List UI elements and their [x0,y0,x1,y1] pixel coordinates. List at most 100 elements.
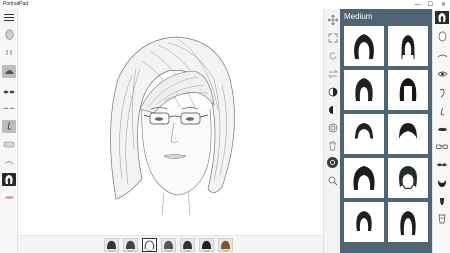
hairstyle-panel: Medium [340,9,432,253]
menu-icon[interactable] [4,14,14,22]
feature-lips[interactable] [435,123,449,136]
fit-button[interactable] [326,31,339,44]
feature-eyebrows[interactable] [435,49,449,62]
hairstyle-item-3[interactable] [344,70,384,110]
portrait-thumb-icon [183,240,192,252]
fit-icon [328,33,337,42]
nose-icon [7,121,11,130]
mustache-button[interactable] [2,138,16,151]
face-shape-icon [5,29,13,40]
ear-button[interactable] [2,46,16,59]
close-button[interactable]: ✕ [437,0,450,9]
history-thumb-4[interactable] [161,238,176,252]
history-thumb-7[interactable] [218,238,233,252]
eyes-button[interactable] [2,85,16,98]
eyes-icon [3,90,15,93]
nose-icon [440,107,444,115]
feature-accessory[interactable] [435,212,449,225]
move-button[interactable] [326,13,339,26]
mustache-icon [3,141,15,148]
hairstyle-preview [401,35,415,59]
rotate-button[interactable] [326,49,339,62]
face-shape-button[interactable] [2,28,16,41]
hair-top-button[interactable] [2,65,16,78]
hairstyle-preview [400,211,416,235]
hair-top-icon [4,70,14,74]
feature-hair[interactable] [435,11,449,24]
zoom-icon [328,176,337,185]
ear-icon [439,88,445,97]
hairstyle-item-9[interactable] [344,202,384,242]
feature-face[interactable] [435,30,449,43]
settings-button[interactable] [327,157,338,168]
portrait-sketch [110,36,235,216]
mustache-icon [437,163,447,167]
hair-icon [5,175,13,184]
lips-button[interactable] [2,191,16,204]
history-thumb-2[interactable] [123,238,138,252]
feature-mustache[interactable] [435,158,449,171]
hairstyle-item-5[interactable] [344,114,384,154]
hairstyle-item-6[interactable] [388,114,428,154]
history-thumb-1[interactable] [104,238,119,252]
drawing-canvas[interactable] [18,9,323,235]
contrast-icon [328,87,337,96]
feature-bar [432,9,450,253]
nose-button[interactable] [2,120,16,133]
hairstyle-item-7[interactable] [344,158,384,198]
feature-goatee[interactable] [435,194,449,207]
eyebrows-icon [437,54,447,57]
beard-icon [438,179,446,187]
maximize-button[interactable]: ☐ [424,0,437,9]
portrait-thumb-icon [107,240,116,252]
target-icon [328,123,337,132]
contrast-button[interactable] [326,85,339,98]
left-toolbar [0,9,18,253]
flip-button[interactable] [326,67,339,80]
feature-ear[interactable] [435,86,449,99]
window-controls: — ☐ ✕ [411,0,450,9]
feature-glasses[interactable] [435,140,449,153]
hairstyle-preview [355,123,373,139]
goatee-icon [440,197,444,205]
eyebrows-icon [3,107,15,110]
hairstyle-item-8[interactable] [388,158,428,198]
invert-button[interactable] [326,103,339,116]
accessory-icon [438,214,446,223]
hairstyle-preview [354,34,374,59]
hairline-icon [4,160,14,164]
title-bar: PortraitPad — ☐ ✕ [0,0,450,9]
portrait-thumb-icon [164,240,173,252]
history-thumb-6[interactable] [199,238,214,252]
hairstyle-item-10[interactable] [388,202,428,242]
glasses-icon [436,144,448,149]
feature-beard[interactable] [435,176,449,189]
target-button[interactable] [326,121,339,134]
hair-button[interactable] [2,173,16,186]
delete-button[interactable] [326,139,339,152]
hairstyle-preview [355,78,373,101]
eyebrows-button[interactable] [2,102,16,115]
zoom-button[interactable] [326,174,339,187]
hair-icon [438,13,446,22]
hairstyle-item-2[interactable] [388,26,428,66]
tool-column [323,9,340,253]
feature-eye[interactable] [435,67,449,80]
hairline-button[interactable] [2,155,16,168]
hairstyle-preview [399,123,417,139]
hairstyle-preview [353,166,375,190]
history-thumb-3[interactable] [142,238,157,252]
portrait-thumb-icon [221,240,230,252]
hairstyle-item-4[interactable] [388,70,428,110]
history-thumb-5[interactable] [180,238,195,252]
panel-title: Medium [344,12,373,21]
minimize-button[interactable]: — [411,0,424,9]
hairstyle-item-1[interactable] [344,26,384,66]
lips-icon [437,127,447,132]
ear-icon [6,50,11,55]
feature-nose[interactable] [435,105,449,118]
settings-icon [330,160,335,165]
lips-icon [4,195,14,200]
app-window: PortraitPad — ☐ ✕ Medium [0,0,450,253]
history-strip [18,235,323,253]
